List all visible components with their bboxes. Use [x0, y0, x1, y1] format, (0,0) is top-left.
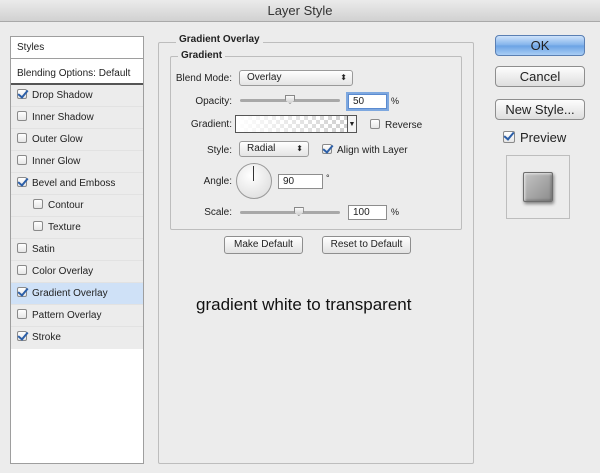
make-default-button[interactable]: Make Default	[224, 236, 303, 254]
preview-option[interactable]: Preview	[503, 130, 566, 145]
style-item-label: Texture	[48, 222, 81, 233]
angle-dial[interactable]	[236, 163, 272, 199]
cancel-button[interactable]: Cancel	[495, 66, 585, 87]
updown-arrows-icon: ⬍	[296, 144, 303, 153]
styles-list: Styles Blending Options: Default Drop Sh…	[10, 36, 144, 464]
blend-mode-select[interactable]: Overlay ⬍	[239, 70, 353, 86]
angle-input[interactable]: 90	[278, 174, 323, 189]
gradient-overlay-checkbox[interactable]	[17, 287, 27, 297]
gradient-label: Gradient:	[190, 119, 232, 130]
style-item-contour[interactable]: Contour	[11, 195, 143, 217]
gradient-preview-swatch[interactable]	[235, 115, 348, 133]
drop-shadow-checkbox[interactable]	[17, 89, 27, 99]
blend-mode-value: Overlay	[247, 72, 282, 83]
blend-mode-label: Blend Mode:	[175, 73, 232, 84]
style-select[interactable]: Radial ⬍	[239, 141, 309, 157]
window-title: Layer Style	[267, 3, 333, 18]
pattern-overlay-checkbox[interactable]	[17, 309, 27, 319]
style-item-label: Stroke	[32, 332, 61, 343]
reverse-checkbox[interactable]	[370, 119, 380, 129]
angle-dial-needle	[253, 166, 254, 181]
style-item-label: Contour	[48, 200, 84, 211]
blending-options-label: Blending Options: Default	[17, 68, 131, 79]
scale-slider-track[interactable]	[240, 211, 340, 214]
gradient-picker-dropdown[interactable]: ▼	[348, 115, 357, 133]
window-title-bar: Layer Style	[0, 0, 600, 22]
style-item-bevel-and-emboss[interactable]: Bevel and Emboss	[11, 173, 143, 195]
style-item-label: Drop Shadow	[32, 90, 93, 101]
stroke-checkbox[interactable]	[17, 331, 27, 341]
align-with-layer-label: Align with Layer	[337, 145, 408, 156]
group-title: Gradient	[178, 50, 226, 61]
style-item-label: Satin	[32, 244, 55, 255]
styles-header-label: Styles	[17, 42, 45, 53]
style-item-inner-shadow[interactable]: Inner Shadow	[11, 107, 143, 129]
reverse-label: Reverse	[385, 120, 423, 131]
ok-button[interactable]: OK	[495, 35, 585, 56]
style-item-outer-glow[interactable]: Outer Glow	[11, 129, 143, 151]
styles-header[interactable]: Styles	[11, 37, 143, 59]
preview-checkbox[interactable]	[503, 131, 515, 143]
blending-options-item[interactable]: Blending Options: Default	[11, 63, 143, 85]
reset-to-default-button[interactable]: Reset to Default	[322, 236, 411, 254]
align-with-layer-option[interactable]: Align with Layer	[322, 144, 408, 156]
opacity-input[interactable]: 50	[348, 94, 387, 109]
style-label: Style:	[206, 145, 232, 156]
style-item-label: Inner Glow	[32, 156, 81, 167]
section-title: Gradient Overlay	[176, 34, 263, 45]
preview-label: Preview	[520, 130, 567, 145]
outer-glow-checkbox[interactable]	[17, 133, 27, 143]
style-item-color-overlay[interactable]: Color Overlay	[11, 261, 143, 283]
angle-label: Angle:	[203, 176, 232, 187]
style-preview-swatch	[523, 172, 553, 202]
color-overlay-checkbox[interactable]	[17, 265, 27, 275]
annotation-text: gradient white to transparent	[196, 295, 412, 314]
opacity-unit: %	[391, 96, 400, 106]
align-with-layer-checkbox[interactable]	[322, 144, 332, 154]
style-item-stroke[interactable]: Stroke	[11, 327, 143, 349]
style-item-texture[interactable]: Texture	[11, 217, 143, 239]
texture-checkbox[interactable]	[33, 221, 43, 231]
style-item-inner-glow[interactable]: Inner Glow	[11, 151, 143, 173]
style-item-label: Inner Shadow	[32, 112, 94, 123]
style-item-label: Pattern Overlay	[32, 310, 102, 321]
style-item-satin[interactable]: Satin	[11, 239, 143, 261]
scale-label: Scale:	[204, 207, 232, 218]
satin-checkbox[interactable]	[17, 243, 27, 253]
reverse-option[interactable]: Reverse	[370, 119, 422, 131]
style-item-label: Outer Glow	[32, 134, 83, 145]
style-item-drop-shadow[interactable]: Drop Shadow	[11, 85, 143, 107]
style-item-label: Bevel and Emboss	[32, 178, 116, 189]
style-value: Radial	[247, 143, 276, 154]
new-style-button[interactable]: New Style...	[495, 99, 585, 120]
contour-checkbox[interactable]	[33, 199, 43, 209]
style-item-gradient-overlay[interactable]: Gradient Overlay	[11, 283, 143, 305]
scale-unit: %	[391, 207, 400, 217]
opacity-label: Opacity:	[195, 96, 232, 107]
style-item-label: Color Overlay	[32, 266, 94, 277]
inner-glow-checkbox[interactable]	[17, 155, 27, 165]
angle-unit: °	[326, 173, 330, 183]
updown-arrows-icon: ⬍	[340, 73, 347, 82]
bevel-and-emboss-checkbox[interactable]	[17, 177, 27, 187]
scale-input[interactable]: 100	[348, 205, 387, 220]
inner-shadow-checkbox[interactable]	[17, 111, 27, 121]
style-item-pattern-overlay[interactable]: Pattern Overlay	[11, 305, 143, 327]
style-item-label: Gradient Overlay	[32, 288, 108, 299]
